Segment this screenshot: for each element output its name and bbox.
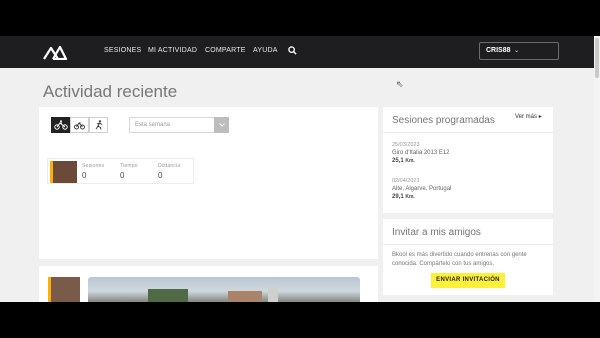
filter-bike-button[interactable] (70, 117, 89, 133)
scrollbar[interactable] (594, 36, 600, 302)
user-menu-button[interactable]: CRIS88 ⌄ (479, 42, 559, 60)
session-date: 25/03/2023 (392, 142, 420, 148)
divider (383, 132, 553, 133)
session-unit: Km. (405, 158, 415, 164)
stat-value: 0 (158, 171, 163, 180)
send-invitation-button[interactable]: ENVIAR INVITACIÓN (431, 273, 505, 288)
nav-comparte[interactable]: COMPARTE (205, 47, 246, 54)
app-window: SESIONES MI ACTIVIDAD COMPARTE AYUDA CRI… (0, 36, 600, 302)
scheduled-sessions-card: Sesiones programadas Ver más ▸ 25/03/202… (383, 107, 553, 213)
session-item[interactable]: 02/04/2023 Alte, Algarve, Portugal 29,1 … (392, 177, 451, 201)
stat-value: 0 (120, 171, 125, 180)
chevron-down-icon: ⌄ (512, 48, 520, 54)
nav-mi-actividad[interactable]: MI ACTIVIDAD (148, 47, 197, 54)
session-date: 02/04/2023 (392, 178, 420, 184)
bkool-logo[interactable] (42, 44, 68, 60)
stat-label: Distancia (158, 163, 181, 169)
see-more-label: Ver más (515, 114, 538, 120)
session-name: Alte, Algarve, Portugal (392, 186, 452, 192)
feed-card (39, 266, 378, 302)
photo-trees (148, 289, 188, 302)
period-dropdown-button[interactable] (214, 117, 229, 133)
stat-label: Tiempo (120, 163, 138, 169)
scrollbar-thumb[interactable] (595, 38, 599, 78)
stat-sessions: Sesiones 0 (82, 163, 104, 180)
filter-run-button[interactable] (89, 117, 108, 133)
session-distance: 29,1 (392, 194, 404, 200)
divider (383, 244, 553, 245)
page-title: Actividad reciente (43, 82, 178, 101)
photo-tower (268, 287, 278, 302)
top-nav: SESIONES MI ACTIVIDAD COMPARTE AYUDA CRI… (0, 36, 600, 68)
stat-time: Tiempo 0 (120, 163, 138, 180)
session-item[interactable]: 25/03/2023 Giro d'Italia 2013 E12 25,1 K… (392, 141, 450, 165)
stats-summary: Sesiones 0 Tiempo 0 Distancia 0 (47, 158, 194, 184)
user-avatar (50, 161, 77, 183)
username: CRIS88 (486, 47, 511, 54)
invite-description: Bkool es más divertido cuando entrenas c… (392, 252, 527, 267)
chevron-right-icon: ▸ (538, 114, 542, 120)
stat-distance: Distancia 0 (158, 163, 180, 180)
feed-photo[interactable] (88, 277, 360, 302)
session-unit: Km. (405, 194, 415, 200)
activity-card: Esta semana Sesiones 0 Tiempo 0 Distanci… (39, 107, 378, 259)
nav-ayuda[interactable]: AYUDA (253, 47, 278, 54)
mouse-cursor-icon: ⇖ (396, 79, 404, 89)
filter-all-button[interactable] (51, 117, 70, 133)
bike-run-icon (53, 120, 68, 130)
stat-label: Sesiones (82, 163, 105, 169)
session-name: Giro d'Italia 2013 E12 (392, 150, 450, 156)
invite-title: Invitar a mis amigos (392, 227, 481, 238)
search-icon[interactable] (288, 46, 297, 55)
nav-sesiones[interactable]: SESIONES (104, 47, 141, 54)
invite-friends-card: Invitar a mis amigos Bkool es más divert… (383, 219, 553, 295)
photo-building (228, 291, 262, 302)
feed-avatar[interactable] (48, 277, 80, 302)
bike-icon (74, 121, 85, 129)
chevron-down-icon (218, 123, 225, 127)
sport-filter (51, 117, 108, 133)
stat-value: 0 (82, 171, 87, 180)
see-more-link[interactable]: Ver más ▸ (515, 113, 542, 120)
session-distance: 25,1 (392, 158, 404, 164)
run-icon (95, 120, 102, 130)
scheduled-title: Sesiones programadas (392, 115, 495, 126)
